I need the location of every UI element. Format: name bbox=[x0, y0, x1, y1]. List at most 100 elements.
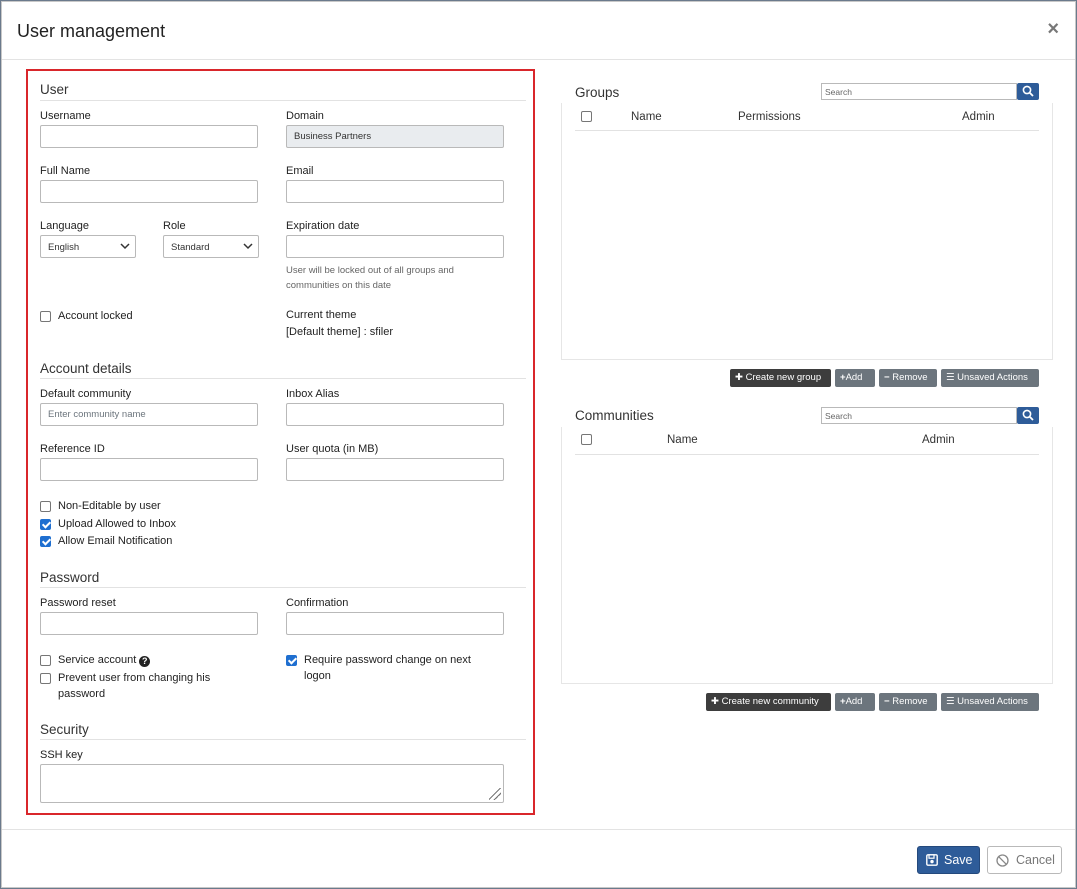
full-name-label: Full Name bbox=[40, 165, 91, 177]
language-selected: English bbox=[48, 242, 80, 253]
community-add-button[interactable]: +Add bbox=[835, 693, 875, 711]
inbox-alias-label: Inbox Alias bbox=[286, 388, 340, 400]
section-divider bbox=[40, 739, 526, 740]
role-select[interactable]: Standard bbox=[163, 235, 259, 258]
account-locked-checkbox[interactable] bbox=[40, 311, 51, 322]
save-label: Save bbox=[944, 853, 973, 867]
password-reset-label: Password reset bbox=[40, 597, 116, 609]
plus-icon: ✚ bbox=[735, 372, 743, 383]
section-title-account-details: Account details bbox=[40, 361, 132, 376]
current-theme-label: Current theme bbox=[286, 309, 357, 321]
groups-search-button[interactable] bbox=[1017, 83, 1039, 100]
domain-input: Business Partners bbox=[286, 125, 504, 148]
current-theme-value: [Default theme] : sfiler bbox=[286, 326, 393, 338]
group-remove-label: Remove bbox=[892, 372, 928, 383]
footer-divider bbox=[2, 829, 1075, 830]
groups-header-divider bbox=[575, 130, 1039, 131]
role-label: Role bbox=[163, 220, 186, 232]
communities-table bbox=[561, 427, 1053, 684]
communities-header-divider bbox=[575, 454, 1039, 455]
cancel-button[interactable]: Cancel bbox=[987, 846, 1062, 874]
section-divider bbox=[40, 378, 526, 379]
confirmation-input[interactable] bbox=[286, 612, 504, 635]
email-notification-checkbox[interactable] bbox=[40, 536, 51, 547]
resize-handle-icon[interactable] bbox=[489, 788, 501, 800]
community-add-label: Add bbox=[845, 696, 863, 707]
section-title-security: Security bbox=[40, 722, 89, 737]
communities-search-input[interactable]: Search bbox=[821, 407, 1017, 424]
ban-icon bbox=[996, 854, 1009, 867]
non-editable-label: Non-Editable by user bbox=[58, 500, 161, 512]
group-remove-button[interactable]: − Remove bbox=[879, 369, 937, 387]
search-icon bbox=[1022, 409, 1034, 421]
group-add-label: Add bbox=[845, 372, 863, 383]
create-new-group-button[interactable]: ✚ Create new group bbox=[730, 369, 831, 387]
communities-col-name[interactable]: Name bbox=[667, 434, 698, 446]
domain-label: Domain bbox=[286, 110, 324, 122]
default-community-input[interactable]: Enter community name bbox=[40, 403, 258, 426]
search-icon bbox=[1022, 85, 1034, 97]
section-title-user: User bbox=[40, 82, 69, 97]
groups-col-name[interactable]: Name bbox=[631, 111, 662, 123]
ssh-key-textarea[interactable] bbox=[40, 764, 504, 803]
groups-col-permissions[interactable]: Permissions bbox=[738, 111, 801, 123]
community-remove-label: Remove bbox=[892, 696, 928, 707]
group-unsaved-actions-button[interactable]: ☰ Unsaved Actions bbox=[941, 369, 1039, 387]
groups-select-all-checkbox[interactable] bbox=[581, 111, 592, 122]
chevron-down-icon bbox=[243, 239, 253, 256]
community-unsaved-label: Unsaved Actions bbox=[957, 696, 1028, 707]
service-account-checkbox[interactable] bbox=[40, 655, 51, 666]
email-label: Email bbox=[286, 165, 314, 177]
inbox-alias-input[interactable] bbox=[286, 403, 504, 426]
minus-icon: − bbox=[884, 696, 890, 707]
save-icon bbox=[926, 854, 938, 866]
section-divider bbox=[40, 100, 526, 101]
groups-col-admin[interactable]: Admin bbox=[962, 111, 995, 123]
help-icon[interactable]: ? bbox=[139, 656, 151, 667]
group-add-button[interactable]: +Add bbox=[835, 369, 875, 387]
list-icon: ☰ bbox=[946, 696, 955, 707]
email-field[interactable] bbox=[286, 180, 504, 203]
communities-select-all-checkbox[interactable] bbox=[581, 434, 592, 445]
section-title-password: Password bbox=[40, 570, 100, 585]
role-selected: Standard bbox=[171, 242, 210, 253]
expiration-date-label: Expiration date bbox=[286, 220, 360, 232]
full-name-input[interactable] bbox=[40, 180, 258, 203]
user-management-modal: User management × User Username Domain B… bbox=[1, 1, 1076, 888]
create-new-community-label: Create new community bbox=[721, 696, 819, 707]
ssh-key-label: SSH key bbox=[40, 749, 83, 761]
require-change-label-line2: logon bbox=[304, 670, 331, 682]
user-quota-label: User quota (in MB) bbox=[286, 443, 379, 455]
language-select[interactable]: English bbox=[40, 235, 136, 258]
prevent-change-checkbox[interactable] bbox=[40, 673, 51, 684]
close-icon[interactable]: × bbox=[1047, 19, 1059, 39]
upload-allowed-checkbox[interactable] bbox=[40, 519, 51, 530]
password-reset-input[interactable] bbox=[40, 612, 258, 635]
list-icon: ☰ bbox=[946, 372, 955, 383]
prevent-change-label-line2: password bbox=[58, 688, 106, 700]
upload-allowed-label: Upload Allowed to Inbox bbox=[58, 518, 177, 530]
service-account-text: Service account bbox=[58, 654, 137, 666]
community-unsaved-actions-button[interactable]: ☰ Unsaved Actions bbox=[941, 693, 1039, 711]
communities-search-button[interactable] bbox=[1017, 407, 1039, 424]
groups-search-input[interactable]: Search bbox=[821, 83, 1017, 100]
save-button[interactable]: Save bbox=[917, 846, 980, 874]
expiration-date-input[interactable] bbox=[286, 235, 504, 258]
non-editable-checkbox[interactable] bbox=[40, 501, 51, 512]
require-change-checkbox[interactable] bbox=[286, 655, 297, 666]
reference-id-input[interactable] bbox=[40, 458, 258, 481]
user-quota-input[interactable] bbox=[286, 458, 504, 481]
expiration-help-line2: communities on this date bbox=[286, 280, 392, 291]
expiration-help-line1: User will be locked out of all groups an… bbox=[286, 265, 454, 276]
modal-header: User management × bbox=[2, 2, 1075, 60]
modal-title: User management bbox=[17, 21, 166, 41]
communities-col-admin[interactable]: Admin bbox=[922, 434, 955, 446]
username-label: Username bbox=[40, 110, 91, 122]
community-remove-button[interactable]: − Remove bbox=[879, 693, 937, 711]
create-new-community-button[interactable]: ✚ Create new community bbox=[706, 693, 831, 711]
user-form-panel: User Username Domain Business Partners F… bbox=[26, 69, 535, 815]
username-input[interactable] bbox=[40, 125, 258, 148]
account-locked-label: Account locked bbox=[58, 310, 133, 322]
reference-id-label: Reference ID bbox=[40, 443, 105, 455]
communities-title: Communities bbox=[575, 408, 654, 423]
